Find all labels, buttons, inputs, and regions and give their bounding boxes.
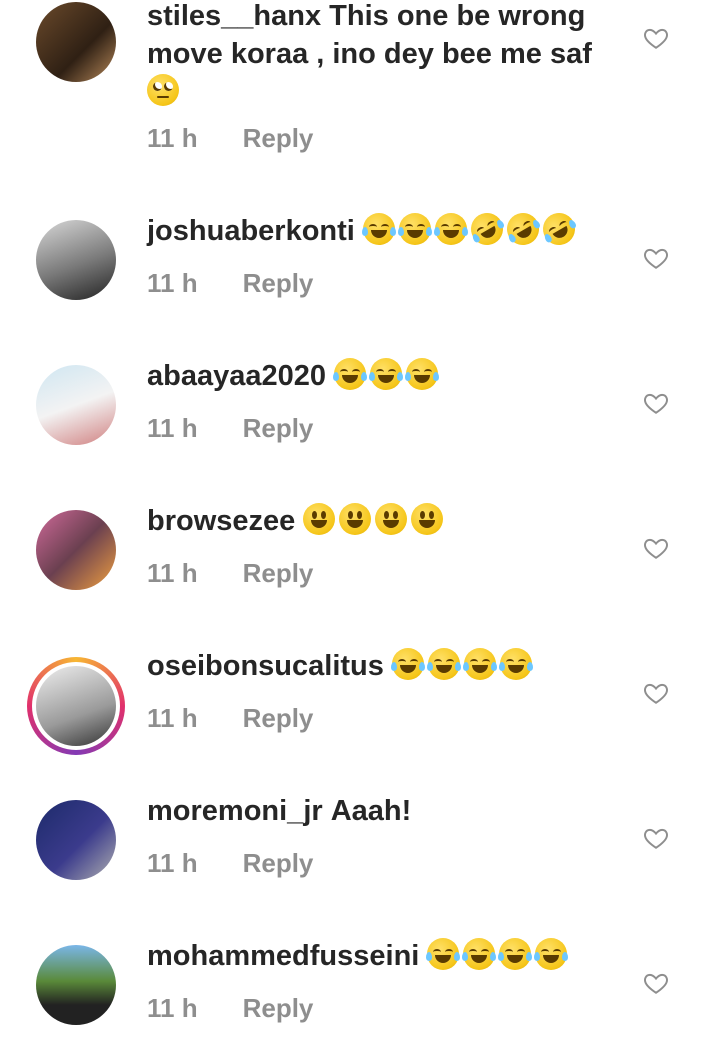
timestamp: 11 h [147,123,198,153]
comment-text: moremoni_jr Aaah! [147,792,627,830]
tears-of-joy-emoji-icon [390,648,425,680]
username-link[interactable]: joshuaberkonti [147,215,355,247]
comment-meta: 11 h Reply [147,558,313,589]
heart-outline-icon[interactable] [643,245,669,271]
tears-of-joy-emoji-icon [534,938,569,970]
comment-meta: 11 h Reply [147,123,313,154]
reply-button[interactable]: Reply [243,993,314,1023]
heart-outline-icon[interactable] [643,680,669,706]
tears-of-joy-emoji-icon [462,938,497,970]
heart-outline-icon[interactable] [643,825,669,851]
comment-text: mohammedfusseini [147,937,627,975]
comment-text: oseibonsucalitus [147,647,627,685]
timestamp: 11 h [147,413,198,443]
avatar[interactable] [36,220,116,300]
comment-item: stiles__hanx This one be wrong move kora… [0,0,720,153]
grinning-face-emoji-icon [411,503,444,535]
avatar[interactable] [36,365,116,445]
tears-of-joy-emoji-icon [405,358,440,390]
timestamp: 11 h [147,558,198,588]
comment-item: oseibonsucalitus 11 h Reply [0,625,720,770]
reply-button[interactable]: Reply [243,123,314,153]
reply-button[interactable]: Reply [243,558,314,588]
username-link[interactable]: abaayaa2020 [147,360,326,392]
tears-of-joy-emoji-icon [498,648,533,680]
comment-meta: 11 h Reply [147,848,313,879]
username-link[interactable]: oseibonsucalitus [147,650,384,682]
timestamp: 11 h [147,993,198,1023]
tears-of-joy-emoji-icon [498,938,533,970]
comment-text: stiles__hanx This one be wrong move kora… [147,0,627,111]
timestamp: 11 h [147,703,198,733]
username-link[interactable]: stiles__hanx [147,0,321,32]
rolling-laughing-emoji-icon [465,207,509,251]
eye-roll-emoji-icon [147,74,179,106]
avatar[interactable] [36,945,116,1025]
heart-outline-icon[interactable] [643,25,669,51]
comment-item: moremoni_jr Aaah! 11 h Reply [0,770,720,915]
tears-of-joy-emoji-icon [426,648,461,680]
tears-of-joy-emoji-icon [361,213,396,245]
tears-of-joy-emoji-icon [397,213,432,245]
tears-of-joy-emoji-icon [333,358,368,390]
avatar[interactable] [36,800,116,880]
comment-meta: 11 h Reply [147,993,313,1024]
grinning-face-emoji-icon [303,503,336,535]
reply-button[interactable]: Reply [243,413,314,443]
username-link[interactable]: mohammedfusseini [147,940,419,972]
comment-meta: 11 h Reply [147,268,313,299]
username-link[interactable]: moremoni_jr [147,795,323,827]
reply-button[interactable]: Reply [243,848,314,878]
timestamp: 11 h [147,848,198,878]
rolling-laughing-emoji-icon [537,207,581,251]
tears-of-joy-emoji-icon [369,358,404,390]
comment-item: browsezee 11 h Reply [0,480,720,625]
comment-item: mohammedfusseini 11 h Reply [0,915,720,1060]
avatar[interactable] [27,657,125,755]
reply-button[interactable]: Reply [243,703,314,733]
rolling-laughing-emoji-icon [501,207,545,251]
grinning-face-emoji-icon [339,503,372,535]
avatar[interactable] [36,510,116,590]
grinning-face-emoji-icon [375,503,408,535]
tears-of-joy-emoji-icon [462,648,497,680]
tears-of-joy-emoji-icon [426,938,461,970]
comment-meta: 11 h Reply [147,413,313,444]
timestamp: 11 h [147,268,198,298]
avatar[interactable] [36,2,116,82]
heart-outline-icon[interactable] [643,970,669,996]
heart-outline-icon[interactable] [643,535,669,561]
avatar-image [36,666,116,746]
username-link[interactable]: browsezee [147,505,295,537]
comment-text: browsezee [147,502,627,540]
comment-text: abaayaa2020 [147,357,627,395]
comment-meta: 11 h Reply [147,703,313,734]
heart-outline-icon[interactable] [643,390,669,416]
reply-button[interactable]: Reply [243,268,314,298]
comment-text: joshuaberkonti [147,207,627,251]
comment-item: abaayaa2020 11 h Reply [0,335,720,480]
comment-body: Aaah! [330,795,412,827]
comment-item: joshuaberkonti 11 h Reply [0,190,720,335]
tears-of-joy-emoji-icon [433,213,468,245]
